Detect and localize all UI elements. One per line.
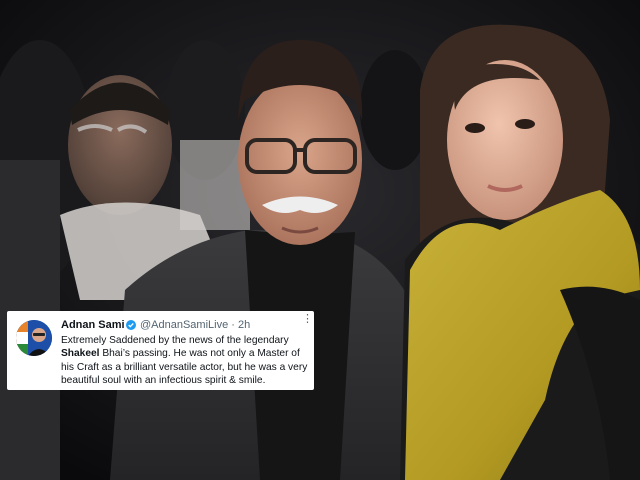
tweet-author-name[interactable]: Adnan Sami	[61, 319, 125, 331]
verified-badge-icon	[126, 320, 136, 330]
tweet-card[interactable]: Adnan Sami @AdnanSamiLive · 2h ⋮ Extreme…	[7, 311, 314, 390]
avatar-image	[16, 320, 52, 356]
tweet-text-bold: Shakeel	[61, 348, 100, 360]
background-photo	[0, 0, 640, 480]
tweet-text: Extremely Saddened by the news of the le…	[61, 334, 309, 388]
avatar[interactable]	[16, 320, 52, 356]
more-dots-icon[interactable]: ⋮	[302, 314, 313, 325]
background-person-right	[360, 50, 430, 170]
tweet-handle-time[interactable]: @AdnanSamiLive · 2h	[140, 319, 250, 331]
person-right-woman	[400, 24, 640, 480]
photo-scene	[0, 0, 640, 480]
tweet-text-part-1: Extremely Saddened by the news of the le…	[61, 335, 289, 346]
